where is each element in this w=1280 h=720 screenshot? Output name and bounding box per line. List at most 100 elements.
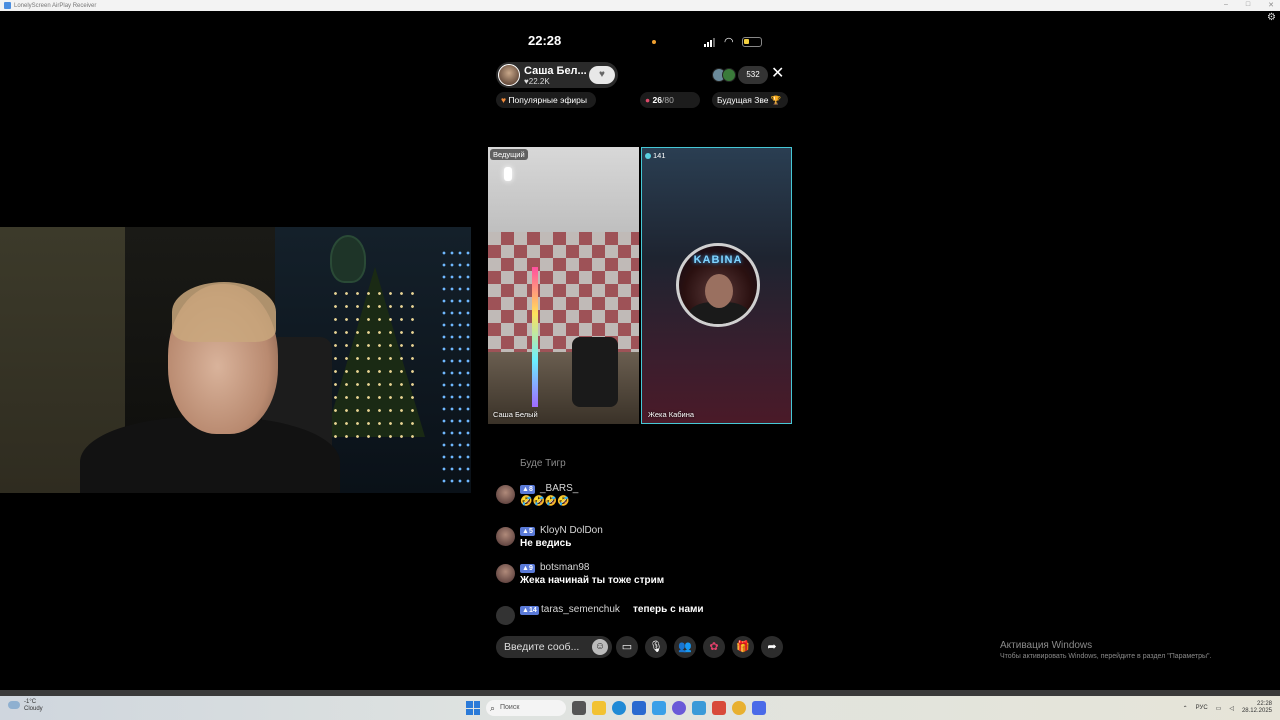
windows-start-icon[interactable]: [466, 701, 480, 715]
system-tray: ⌃ РУС ▭ ◁ 22:28 28.12.2025: [1183, 699, 1272, 717]
host-chip[interactable]: Саша Бел... ♥22.2K ♥: [496, 62, 618, 88]
telegram-icon[interactable]: [652, 701, 666, 715]
chat-username[interactable]: botsman98: [540, 562, 589, 573]
window-controls: – □ ✕: [1224, 1, 1274, 9]
ceiling-light: [504, 167, 512, 181]
host-name: Саша Бел...: [524, 65, 587, 77]
close-window-icon[interactable]: ✕: [1268, 1, 1274, 9]
blue-garland: [440, 247, 470, 487]
taskbar-search[interactable]: Поиск: [486, 700, 566, 716]
popular-label: Популярные эфиры: [508, 95, 588, 105]
follow-heart-button[interactable]: ♥: [589, 66, 615, 84]
heart-icon: ♥: [599, 69, 605, 80]
task-view-icon[interactable]: [572, 701, 586, 715]
tree-lights: [330, 287, 420, 447]
rose-gift-icon[interactable]: ✿: [703, 636, 725, 658]
clock-time: 22:28: [1256, 701, 1272, 707]
level-badge: ▲14: [520, 606, 539, 615]
level-badge: ▲9: [520, 564, 535, 573]
phone-screen: 22:28 ◠ Саша Бел... ♥22.2K ♥ 532 ✕ ♥ Поп…: [488, 0, 792, 690]
guest-count: 141: [653, 151, 666, 160]
guest-count-tag: 141: [645, 151, 666, 160]
stream-pills: ♥ Популярные эфиры ● 26/80 Будущая Зве 🏆: [496, 92, 788, 108]
airplay-receiver-icon[interactable]: [752, 701, 766, 715]
taskbar-clock[interactable]: 22:28 28.12.2025: [1242, 701, 1272, 715]
host-likes: ♥22.2K: [524, 77, 550, 86]
comment-input[interactable]: [504, 639, 586, 655]
clock-date: 28.12.2025: [1241, 708, 1272, 714]
host-avatar[interactable]: [498, 64, 520, 86]
level-badge: ▲5: [520, 527, 535, 536]
future-star-pill[interactable]: Будущая Зве 🏆: [712, 92, 788, 108]
viewer-avatar: [722, 68, 736, 82]
popular-streams-pill[interactable]: ♥ Популярные эфиры: [496, 92, 596, 108]
share-icon[interactable]: ➦: [761, 636, 783, 658]
weather-desc: Cloudy: [24, 706, 43, 712]
chevron-up-icon[interactable]: ⌃: [1183, 705, 1188, 712]
network-icon[interactable]: ▭: [1216, 705, 1222, 712]
discord-icon[interactable]: [672, 701, 686, 715]
taskbar-apps: Поиск: [466, 700, 766, 716]
chat-text: 🤣🤣🤣🤣: [520, 496, 570, 507]
chat-text: теперь с нами: [633, 604, 704, 615]
score-total: /80: [661, 95, 674, 105]
camera-off-icon[interactable]: ▭: [616, 636, 638, 658]
emoji-icon[interactable]: ☺: [592, 639, 608, 655]
chat-avatar[interactable]: [496, 527, 515, 546]
activation-subtitle: Чтобы активировать Windows, перейдите в …: [1000, 653, 1212, 660]
gift-icon[interactable]: 🎁: [732, 636, 754, 658]
chrome-icon[interactable]: [732, 701, 746, 715]
chat-username[interactable]: _BARS_: [540, 483, 578, 494]
faded-chat-line: Буде Тигр: [520, 458, 566, 469]
search-label: Поиск: [500, 704, 520, 711]
streamer-hair: [172, 282, 276, 342]
signal-icon: [704, 37, 715, 47]
close-icon[interactable]: ✕: [771, 65, 784, 83]
app-icon[interactable]: [712, 701, 726, 715]
guest-avatar[interactable]: KABINA: [676, 243, 760, 327]
guest-count-dot-icon: [645, 152, 651, 159]
file-explorer-icon[interactable]: [592, 701, 606, 715]
wifi-icon: ◠: [724, 36, 734, 48]
language-indicator[interactable]: РУС: [1196, 705, 1208, 711]
viewer-avatars[interactable]: 532: [712, 66, 768, 84]
guest-video-tile[interactable]: 141 KABINA Жека Кабина: [641, 147, 792, 424]
store-icon[interactable]: [632, 701, 646, 715]
chat-avatar[interactable]: [496, 485, 515, 504]
right-tile-name: Жека Кабина: [648, 410, 695, 419]
chat-username[interactable]: taras_semenchuk: [541, 604, 620, 615]
status-time: 22:28: [528, 33, 562, 48]
minimize-icon[interactable]: –: [1224, 1, 1228, 9]
rgb-lamp: [532, 267, 538, 407]
bottom-controls: ☺ ▭ 🎙 👥 ✿ 🎁 ➦: [496, 636, 786, 658]
mic-indicator-dot: [652, 40, 656, 44]
phone-status-bar: 22:28 ◠: [488, 33, 792, 51]
taskbar: -1°CCloudy Поиск ⌃ РУС ▭ ◁ 22:28 28.12.2…: [0, 696, 1280, 720]
viewer-count: 532: [738, 66, 768, 84]
window-title: LonelyScreen AirPlay Receiver: [14, 2, 97, 9]
webcam-feed: [0, 227, 471, 493]
comment-input-pill[interactable]: ☺: [496, 636, 612, 658]
chat-text: Жека начинай ты тоже стрим: [520, 575, 665, 586]
battery-icon: [742, 37, 762, 47]
gear-icon[interactable]: ⚙: [1267, 12, 1276, 23]
chat-avatar[interactable]: [496, 564, 515, 583]
maximize-icon[interactable]: □: [1246, 1, 1250, 9]
gift-icon: ●: [645, 95, 651, 105]
cloud-icon: [8, 701, 20, 709]
weather-temp: -1°C: [24, 699, 37, 705]
edge-icon[interactable]: [612, 701, 626, 715]
left-tile-name: Саша Белый: [493, 410, 538, 419]
guests-icon[interactable]: 👥: [674, 636, 696, 658]
heart-icon: ♥: [501, 95, 507, 105]
activation-title: Активация Windows: [1000, 640, 1093, 651]
chat-text: Не ведись: [520, 538, 572, 549]
guest-face: [705, 274, 733, 308]
activation-watermark: Активация Windows Чтобы активировать Win…: [1000, 640, 1211, 660]
score-pill[interactable]: ● 26/80: [640, 92, 700, 108]
microphone-icon[interactable]: 🎙: [645, 636, 667, 658]
host-video-tile[interactable]: Ведущий Саша Белый: [488, 147, 639, 424]
app-icon[interactable]: [692, 701, 706, 715]
chat-username[interactable]: KloyN DolDon: [540, 525, 603, 536]
volume-icon[interactable]: ◁: [1229, 705, 1234, 712]
